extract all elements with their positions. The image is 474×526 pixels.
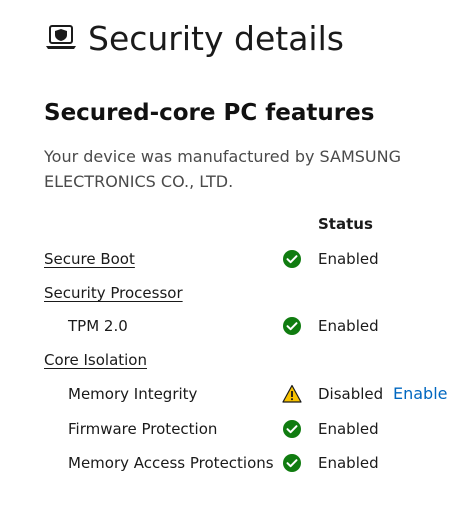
feature-row-secure-boot: Secure Boot Enabled	[0, 245, 474, 273]
status-text: Enabled	[318, 317, 379, 335]
memory-access-protections-label: Memory Access Protections	[68, 454, 274, 472]
status-text: Enabled	[318, 420, 379, 438]
section-title: Secured-core PC features	[44, 100, 375, 126]
feature-row-security-processor: Security Processor	[0, 279, 474, 307]
security-processor-link[interactable]: Security Processor	[44, 279, 183, 307]
feature-row-memory-access-protections: Memory Access Protections Enabled	[0, 449, 474, 477]
page-title: Security details	[88, 18, 344, 58]
feature-row-memory-integrity: Memory Integrity Disabled Enable	[0, 380, 474, 408]
check-circle-icon	[282, 419, 302, 439]
feature-row-tpm: TPM 2.0 Enabled	[0, 312, 474, 340]
feature-row-firmware-protection: Firmware Protection Enabled	[0, 415, 474, 443]
status-text: Enabled	[318, 454, 379, 472]
enable-memory-integrity-link[interactable]: Enable	[393, 380, 448, 408]
manufacturer-description: Your device was manufactured by SAMSUNG …	[44, 147, 401, 191]
warning-triangle-icon	[282, 384, 302, 404]
status-text: Disabled	[318, 385, 384, 403]
secure-boot-link[interactable]: Secure Boot	[44, 245, 135, 273]
core-isolation-link[interactable]: Core Isolation	[44, 346, 147, 374]
laptop-shield-icon	[44, 24, 78, 52]
feature-row-core-isolation: Core Isolation	[0, 346, 474, 374]
firmware-protection-label: Firmware Protection	[68, 420, 218, 438]
check-circle-icon	[282, 453, 302, 473]
page-header: Security details	[44, 18, 344, 58]
check-circle-icon	[282, 316, 302, 336]
status-text: Enabled	[318, 250, 379, 268]
tpm-label: TPM 2.0	[68, 317, 128, 335]
memory-integrity-label: Memory Integrity	[68, 385, 198, 403]
status-column-header: Status	[318, 215, 373, 233]
check-circle-icon	[282, 249, 302, 269]
